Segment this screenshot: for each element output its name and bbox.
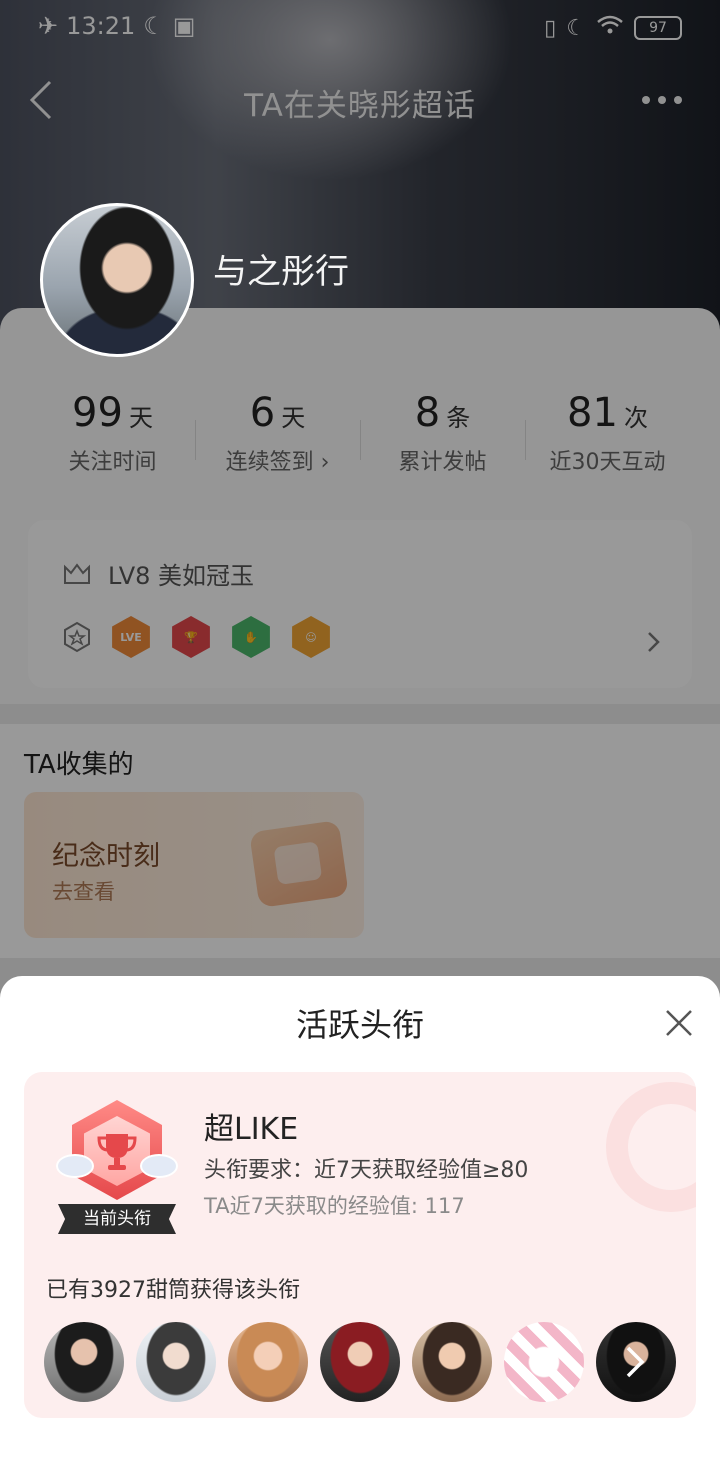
username: 与之彤行	[213, 252, 349, 292]
more-holders-button[interactable]	[596, 1322, 676, 1402]
close-icon	[666, 1010, 692, 1036]
decoration-ring	[606, 1082, 696, 1212]
wing-left	[56, 1154, 94, 1178]
holder-avatar[interactable]	[320, 1322, 400, 1402]
close-button[interactable]	[664, 1008, 694, 1038]
holders-count-text: 已有3927甜筒获得该头衔	[46, 1278, 300, 1303]
active-title-sheet: 活跃头衔 当前头衔 超LIKE 头衔要求：近7天获取经验值≥80 TA近7天获取…	[0, 976, 720, 1460]
holder-avatar[interactable]	[44, 1322, 124, 1402]
holder-avatar[interactable]	[412, 1322, 492, 1402]
title-name: 超LIKE	[204, 1112, 299, 1147]
chevron-right-icon	[626, 1346, 645, 1378]
title-card: 当前头衔 超LIKE 头衔要求：近7天获取经验值≥80 TA近7天获取的经验值:…	[24, 1072, 696, 1418]
holder-avatar[interactable]	[136, 1322, 216, 1402]
holder-avatar[interactable]	[228, 1322, 308, 1402]
holder-avatar[interactable]	[504, 1322, 584, 1402]
super-like-medal-icon: 当前头衔	[54, 1096, 180, 1236]
title-experience: TA近7天获取的经验值: 117	[204, 1194, 465, 1218]
user-avatar[interactable]	[40, 203, 194, 357]
title-requirement: 头衔要求：近7天获取经验值≥80	[204, 1158, 529, 1183]
trophy-icon	[97, 1134, 137, 1170]
current-title-ribbon: 当前头衔	[58, 1204, 176, 1234]
sheet-title: 活跃头衔	[295, 1006, 424, 1044]
wing-right	[140, 1154, 178, 1178]
holders-avatar-list	[44, 1322, 684, 1402]
